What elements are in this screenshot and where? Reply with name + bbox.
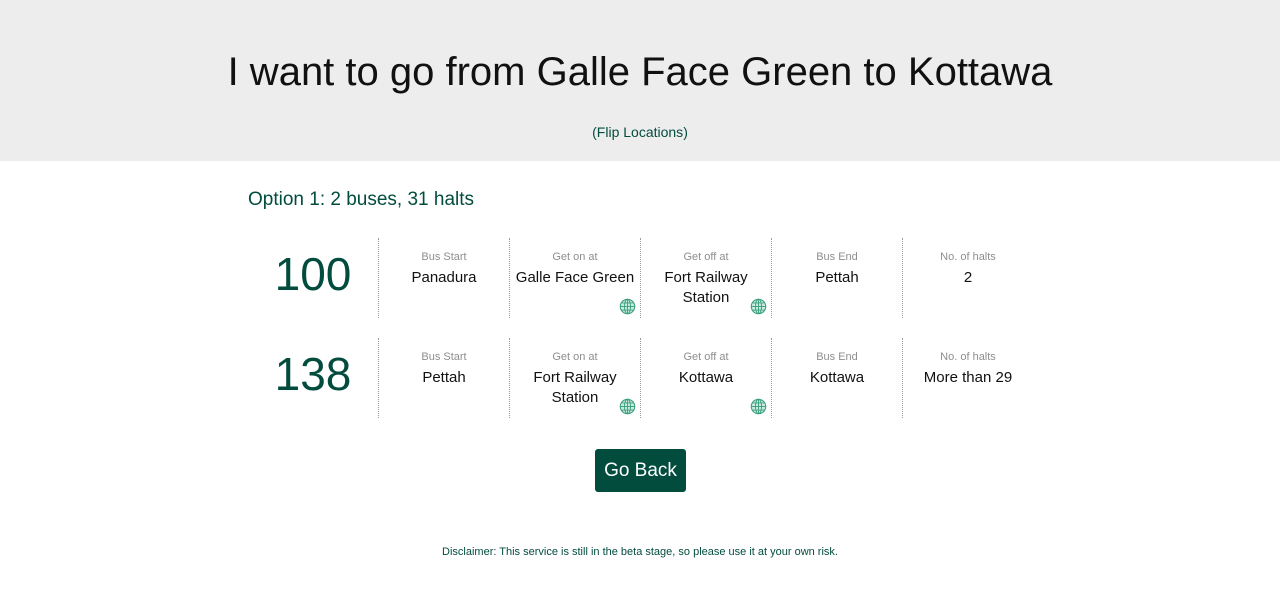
page-title: I want to go from Galle Face Green to Ko… — [227, 50, 1053, 94]
flip-locations-link[interactable]: Flip Locations — [597, 124, 683, 140]
bus-start-cell: Bus Start Panadura — [378, 238, 509, 318]
bus-end-cell: Bus End Kottawa — [771, 338, 902, 418]
bus-start-value: Panadura — [411, 269, 477, 286]
halts-label: No. of halts — [940, 251, 996, 263]
route-row: 138 Bus Start Pettah Get on at Fort Rail… — [248, 338, 1034, 418]
bus-number: 100 — [274, 248, 352, 300]
halts-label: No. of halts — [940, 351, 996, 363]
bus-end-label: Bus End — [816, 251, 858, 263]
bus-start-cell: Bus Start Pettah — [378, 338, 509, 418]
get-off-cell: Get off at Kottawa — [640, 338, 771, 418]
get-on-label: Get on at — [552, 251, 598, 263]
globe-icon[interactable] — [750, 298, 767, 315]
globe-icon[interactable] — [619, 298, 636, 315]
bus-start-value: Pettah — [422, 369, 466, 386]
option-title: Option 1: 2 buses, 31 halts — [248, 189, 475, 210]
bus-end-value: Kottawa — [809, 369, 865, 386]
halts-value: More than 29 — [923, 369, 1013, 386]
get-on-cell: Get on at Fort Railway Station — [509, 338, 640, 418]
bus-start-label: Bus Start — [421, 251, 467, 263]
get-on-cell: Get on at Galle Face Green — [509, 238, 640, 318]
halts-value: 2 — [963, 269, 973, 286]
get-off-value: Kottawa — [678, 369, 734, 386]
get-off-cell: Get off at Fort Railway Station — [640, 238, 771, 318]
bus-end-value: Pettah — [815, 269, 859, 286]
bus-end-label: Bus End — [816, 351, 858, 363]
bus-start-label: Bus Start — [421, 351, 467, 363]
bus-end-cell: Bus End Pettah — [771, 238, 902, 318]
get-off-label: Get off at — [683, 251, 729, 263]
flip-locations-wrapper: (Flip Locations) — [0, 122, 1280, 142]
get-on-label: Get on at — [552, 351, 598, 363]
get-on-value: Galle Face Green — [515, 269, 635, 286]
halts-cell: No. of halts 2 — [902, 238, 1033, 318]
halts-cell: No. of halts More than 29 — [902, 338, 1033, 418]
globe-icon[interactable] — [619, 398, 636, 415]
route-row: 100 Bus Start Panadura Get on at Galle F… — [248, 238, 1034, 318]
go-back-button[interactable]: Go Back — [595, 449, 686, 492]
hero-banner: I want to go from Galle Face Green to Ko… — [0, 0, 1280, 161]
globe-icon[interactable] — [750, 398, 767, 415]
disclaimer-text: Disclaimer: This service is still in the… — [442, 546, 838, 558]
flip-paren-close: ) — [683, 124, 688, 140]
bus-number: 138 — [274, 348, 352, 400]
get-off-label: Get off at — [683, 351, 729, 363]
